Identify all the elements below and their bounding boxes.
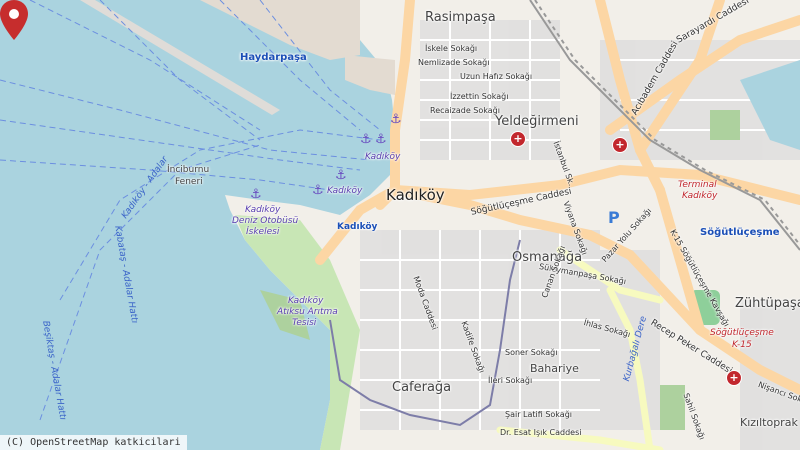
- deniz-otobusu-label3: İskelesi: [246, 227, 280, 237]
- yeldegirmeni-label: Yeldeğirmeni: [495, 114, 579, 129]
- terminal-label1: Terminal: [678, 180, 717, 190]
- terminal-label2: Kadıköy: [682, 191, 718, 201]
- hospital-icon[interactable]: +: [510, 131, 526, 147]
- dr-esat-label: Dr. Esat Işık Caddesi: [500, 428, 582, 437]
- hospital-icon[interactable]: +: [726, 370, 742, 386]
- iskele-sk-label: İskele Sokağı: [425, 44, 478, 53]
- caferaga-label: Caferağa: [392, 380, 452, 395]
- recaizade-label: Recaizade Sokağı: [430, 106, 500, 115]
- kadikoy-iskele-label: Kadıköy: [337, 222, 378, 232]
- anchor-icon[interactable]: ⚓: [390, 112, 402, 127]
- atiksu-label3: Tesisi: [292, 318, 317, 328]
- deniz-otobusu-label2: Deniz Otobüsü: [232, 216, 299, 226]
- sogutlucesme-label: Söğütlüçeşme: [700, 227, 780, 238]
- uzun-hafiz-label: Uzun Hafız Sokağı: [460, 72, 533, 81]
- feneri-label: Feneri: [175, 177, 203, 187]
- kadikoy-ferry2-label: Kadıköy: [327, 186, 363, 196]
- zuhtupasa-label: Zühtüpaşa: [735, 296, 800, 311]
- soner-label: Soner Sokağı: [505, 348, 558, 357]
- map-attribution: (C) OpenStreetMap katkicilari: [0, 435, 187, 450]
- anchor-icon[interactable]: ⚓: [335, 168, 347, 183]
- haydarpasa-label: Haydarpaşa: [240, 52, 307, 63]
- sog-k15-label2: K-15: [732, 340, 752, 350]
- kadikoy-label: Kadıköy: [386, 186, 445, 204]
- map-canvas[interactable]: Rasimpaşa Haydarpaşa Yeldeğirmeni Kadıkö…: [0, 0, 800, 450]
- deniz-otobusu-label1: Kadıköy: [245, 205, 281, 215]
- hospital-icon[interactable]: +: [612, 137, 628, 153]
- nemlizade-label: Nemlizade Sokağı: [418, 58, 490, 67]
- sair-latifi-label: Şair Latifi Sokağı: [505, 410, 573, 419]
- anchor-icon[interactable]: ⚓: [375, 132, 387, 147]
- anchor-icon[interactable]: ⚓: [250, 187, 262, 202]
- izzettin-label: İzzettin Sokağı: [450, 92, 509, 101]
- anchor-icon[interactable]: ⚓: [360, 132, 372, 147]
- map-pin-icon[interactable]: [0, 0, 28, 40]
- kadikoy-ferry1-label: Kadıköy: [365, 152, 401, 162]
- atiksu-label1: Kadıköy: [288, 296, 324, 306]
- anchor-icon[interactable]: ⚓: [312, 183, 324, 198]
- kiziltoprak-label: Kızıltoprak: [740, 416, 798, 429]
- bahariye-label: Bahariye: [530, 362, 579, 375]
- parking-icon[interactable]: P: [608, 208, 620, 227]
- inciburnu-label: İnciburnu: [167, 165, 210, 175]
- atiksu-label2: Atıksu Arıtma: [277, 307, 338, 317]
- sog-k15-label1: Söğütlüçeşme: [710, 328, 774, 338]
- rasimpasa-label: Rasimpaşa: [425, 10, 496, 25]
- ileri-label: İleri Sokağı: [488, 376, 533, 385]
